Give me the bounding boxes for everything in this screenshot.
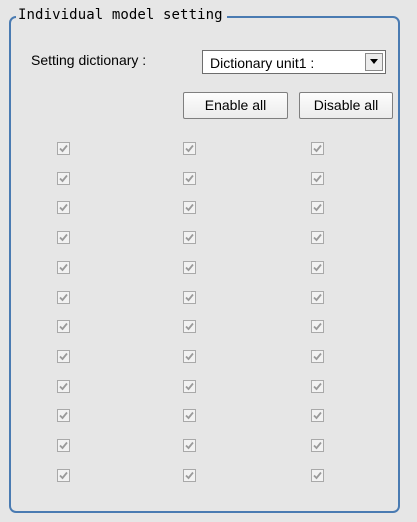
model-checkbox[interactable] [57,350,70,363]
model-checkbox[interactable] [183,172,196,185]
checkmark-icon [185,293,194,302]
model-checkbox[interactable] [57,439,70,452]
checkmark-icon [185,382,194,391]
model-checkbox[interactable] [183,439,196,452]
checkmark-icon [185,263,194,272]
model-checkbox[interactable] [311,320,324,333]
model-checkbox[interactable] [57,231,70,244]
checkmark-icon [313,174,322,183]
model-checkbox[interactable] [311,409,324,422]
checkmark-icon [313,382,322,391]
checkmark-icon [59,233,68,242]
model-checkbox[interactable] [57,380,70,393]
model-checkbox[interactable] [57,201,70,214]
disable-all-button[interactable]: Disable all [299,92,393,119]
model-checkbox[interactable] [311,380,324,393]
model-checkbox[interactable] [57,409,70,422]
checkmark-icon [313,144,322,153]
checkmark-icon [59,203,68,212]
model-checkbox[interactable] [57,469,70,482]
model-checkbox[interactable] [183,380,196,393]
model-checkbox[interactable] [311,261,324,274]
checkmark-icon [59,382,68,391]
checkmark-icon [313,233,322,242]
checkmark-icon [313,441,322,450]
checkmark-icon [185,471,194,480]
checkmark-icon [313,322,322,331]
checkmark-icon [59,263,68,272]
model-checkbox[interactable] [311,231,324,244]
model-checkbox[interactable] [183,350,196,363]
model-checkbox[interactable] [183,201,196,214]
checkmark-icon [313,471,322,480]
checkmark-icon [185,352,194,361]
checkmark-icon [59,144,68,153]
model-checkbox[interactable] [183,409,196,422]
model-checkbox[interactable] [183,231,196,244]
model-checkbox[interactable] [311,142,324,155]
model-checkbox[interactable] [311,469,324,482]
checkmark-icon [59,352,68,361]
model-checkbox[interactable] [183,320,196,333]
checkmark-icon [313,263,322,272]
model-checkbox[interactable] [311,201,324,214]
chevron-down-icon[interactable] [365,53,383,71]
checkmark-icon [59,322,68,331]
checkmark-icon [185,144,194,153]
checkmark-icon [185,441,194,450]
model-checkbox[interactable] [311,439,324,452]
checkmark-icon [313,352,322,361]
checkmark-icon [313,203,322,212]
checkmark-icon [313,293,322,302]
model-checkbox[interactable] [57,291,70,304]
model-checkbox[interactable] [57,320,70,333]
checkmark-icon [185,203,194,212]
checkmark-icon [59,471,68,480]
checkmark-icon [185,322,194,331]
checkmark-icon [185,233,194,242]
setting-dictionary-value: Dictionary unit1 : [210,55,315,71]
model-checkbox[interactable] [183,469,196,482]
setting-dictionary-select[interactable]: Dictionary unit1 : [202,50,386,74]
model-checkbox[interactable] [57,261,70,274]
checkmark-icon [59,411,68,420]
model-checkbox[interactable] [183,142,196,155]
model-checkbox[interactable] [57,142,70,155]
checkmark-icon [59,293,68,302]
model-checkbox[interactable] [311,350,324,363]
model-checkbox[interactable] [183,291,196,304]
model-checkbox[interactable] [311,172,324,185]
model-checkbox[interactable] [311,291,324,304]
model-checkbox[interactable] [57,172,70,185]
checkmark-icon [313,411,322,420]
checkmark-icon [185,411,194,420]
model-checkbox[interactable] [183,261,196,274]
checkmark-icon [185,174,194,183]
setting-dictionary-label: Setting dictionary : [31,52,147,68]
enable-all-button[interactable]: Enable all [183,92,288,119]
group-title: Individual model setting [16,7,227,24]
checkmark-icon [59,174,68,183]
checkmark-icon [59,441,68,450]
